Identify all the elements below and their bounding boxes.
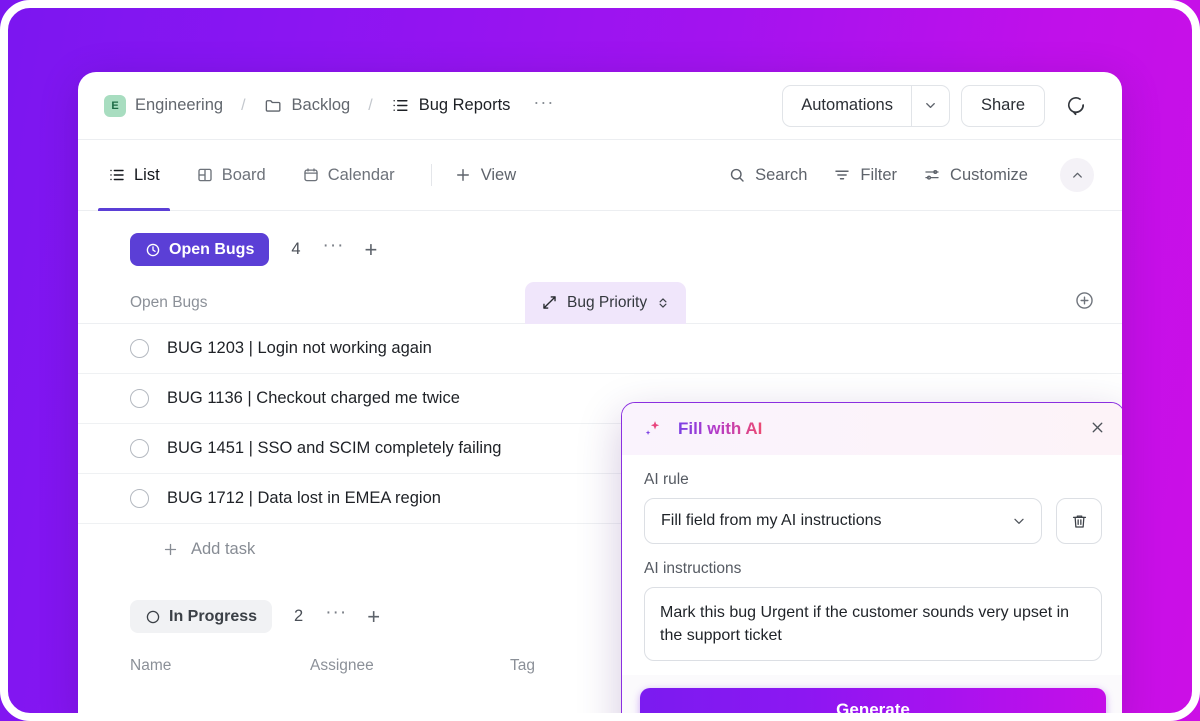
group-name: Open Bugs bbox=[169, 240, 255, 258]
app-window: E Engineering / Backlog / Bug Reports ··… bbox=[78, 72, 1122, 721]
search-button[interactable]: Search bbox=[728, 166, 807, 185]
sparkle-icon bbox=[642, 418, 664, 440]
group-count: 2 bbox=[294, 607, 304, 625]
clock-icon bbox=[145, 242, 161, 258]
task-status-circle[interactable] bbox=[130, 489, 149, 508]
tab-calendar-label: Calendar bbox=[327, 165, 395, 184]
ai-arrows-icon bbox=[541, 294, 558, 311]
breadcrumb-list[interactable]: Bug Reports bbox=[419, 96, 511, 115]
topbar-actions: Automations Share bbox=[782, 84, 1094, 127]
group-header-open-bugs: Open Bugs 4 ··· + bbox=[78, 211, 1122, 282]
breadcrumb-space[interactable]: Engineering bbox=[135, 96, 223, 115]
task-name: BUG 1712 | Data lost in EMEA region bbox=[167, 489, 441, 507]
column-header-bug-priority[interactable]: Bug Priority bbox=[525, 281, 687, 324]
table-row[interactable]: BUG 1203 | Login not working again bbox=[78, 324, 1122, 374]
column-header-bug-priority-label: Bug Priority bbox=[567, 293, 648, 311]
plus-circle-icon[interactable] bbox=[1074, 290, 1095, 316]
group-menu-button[interactable]: ··· bbox=[325, 602, 347, 631]
tab-calendar[interactable]: Calendar bbox=[298, 140, 399, 211]
plus-icon bbox=[162, 541, 179, 558]
column-header-row: Open Bugs Bug Priority bbox=[78, 281, 1122, 324]
task-status-circle[interactable] bbox=[130, 439, 149, 458]
sort-updown-icon[interactable] bbox=[656, 296, 670, 310]
tab-board-label: Board bbox=[221, 165, 266, 184]
board-icon bbox=[196, 166, 214, 184]
breadcrumb: E Engineering / Backlog / Bug Reports ··… bbox=[104, 92, 554, 119]
ai-modal-header: Fill with AI bbox=[622, 403, 1122, 455]
ai-rule-label: AI rule bbox=[644, 471, 689, 488]
trash-icon bbox=[1070, 512, 1089, 531]
group-count: 4 bbox=[291, 240, 301, 258]
ai-modal-footer: Generate bbox=[622, 675, 1122, 721]
filter-icon bbox=[833, 166, 851, 184]
add-view-label: View bbox=[480, 165, 517, 184]
plus-icon bbox=[454, 166, 472, 184]
generate-button[interactable]: Generate bbox=[640, 688, 1106, 721]
share-label: Share bbox=[980, 96, 1025, 114]
group-add-button[interactable]: + bbox=[365, 238, 378, 261]
circle-icon bbox=[145, 609, 161, 625]
group-name: In Progress bbox=[169, 607, 258, 625]
list-icon bbox=[108, 166, 126, 184]
ai-rule-value: Fill field from my AI instructions bbox=[661, 512, 882, 529]
filter-label: Filter bbox=[860, 165, 898, 184]
column-header-name[interactable]: Name bbox=[130, 657, 310, 675]
breadcrumb-separator: / bbox=[241, 96, 246, 114]
chevron-up-icon[interactable] bbox=[1060, 158, 1094, 192]
toolbar-right-actions: Search Filter Customize bbox=[728, 158, 1094, 192]
share-button[interactable]: Share bbox=[960, 84, 1045, 127]
task-name: BUG 1451 | SSO and SCIM completely faili… bbox=[167, 439, 502, 457]
group-menu-button[interactable]: ··· bbox=[323, 235, 345, 264]
close-icon[interactable] bbox=[1089, 419, 1106, 439]
filter-button[interactable]: Filter bbox=[833, 166, 897, 185]
task-status-circle[interactable] bbox=[130, 339, 149, 358]
toolbar-divider bbox=[430, 164, 432, 186]
ai-instructions-textarea[interactable]: Mark this bug Urgent if the customer sou… bbox=[644, 587, 1102, 662]
sliders-icon bbox=[923, 166, 941, 184]
tab-list[interactable]: List bbox=[98, 140, 170, 211]
status-badge-open-bugs[interactable]: Open Bugs bbox=[130, 233, 270, 266]
column-header-assignee[interactable]: Assignee bbox=[310, 657, 510, 675]
folder-icon bbox=[264, 96, 283, 115]
column-header-name: Open Bugs bbox=[130, 293, 208, 311]
status-badge-in-progress[interactable]: In Progress bbox=[130, 600, 273, 633]
calendar-icon bbox=[302, 166, 320, 184]
automations-label: Automations bbox=[801, 96, 893, 114]
ai-instructions-label: AI instructions bbox=[644, 560, 742, 577]
add-task-label: Add task bbox=[191, 539, 256, 558]
task-status-circle[interactable] bbox=[130, 389, 149, 408]
ai-rule-select[interactable]: Fill field from my AI instructions bbox=[644, 498, 1042, 544]
generate-label: Generate bbox=[836, 700, 910, 720]
breadcrumb-more-button[interactable]: ··· bbox=[533, 92, 554, 119]
search-label: Search bbox=[755, 165, 808, 184]
group-add-button[interactable]: + bbox=[367, 605, 380, 628]
breadcrumb-folder[interactable]: Backlog bbox=[292, 96, 351, 115]
customize-button[interactable]: Customize bbox=[923, 166, 1028, 185]
list-icon bbox=[391, 96, 410, 115]
task-name: BUG 1136 | Checkout charged me twice bbox=[167, 389, 460, 407]
space-avatar[interactable]: E bbox=[104, 94, 126, 117]
tab-list-label: List bbox=[134, 165, 160, 184]
chat-bubble-icon[interactable] bbox=[1056, 87, 1094, 125]
delete-rule-button[interactable] bbox=[1056, 498, 1102, 544]
search-icon bbox=[728, 166, 746, 184]
breadcrumb-separator-2: / bbox=[368, 96, 373, 114]
fill-with-ai-modal: Fill with AI AI rule Fill field from my … bbox=[621, 402, 1122, 721]
chevron-down-icon bbox=[1011, 513, 1027, 529]
tab-board[interactable]: Board bbox=[192, 140, 270, 211]
customize-label: Customize bbox=[950, 165, 1028, 184]
ai-modal-body: AI rule Fill field from my AI instructio… bbox=[622, 455, 1122, 662]
chevron-down-icon[interactable] bbox=[910, 85, 949, 126]
breadcrumb-bar: E Engineering / Backlog / Bug Reports ··… bbox=[78, 72, 1122, 140]
automations-button[interactable]: Automations bbox=[782, 84, 950, 127]
task-name: BUG 1203 | Login not working again bbox=[167, 339, 432, 357]
view-toolbar: List Board Calendar View Search Filter C… bbox=[78, 140, 1122, 211]
add-view-button[interactable]: View bbox=[454, 166, 516, 185]
ai-modal-title: Fill with AI bbox=[678, 419, 763, 438]
column-header-tags[interactable]: Tag bbox=[510, 657, 535, 675]
ai-rule-row: Fill field from my AI instructions bbox=[644, 498, 1102, 544]
